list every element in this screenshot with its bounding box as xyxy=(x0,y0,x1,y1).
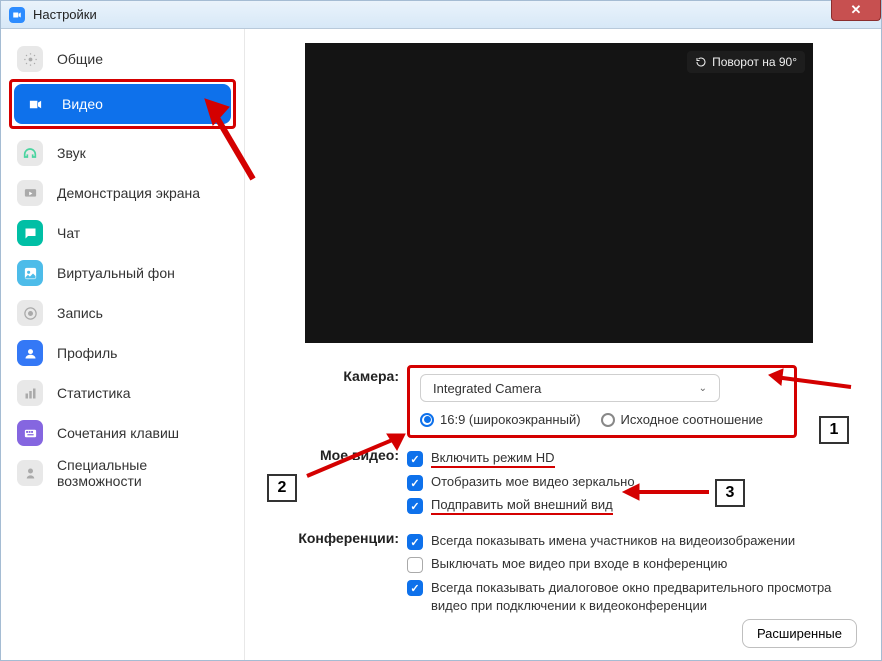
sidebar-icon xyxy=(17,220,43,246)
sidebar-item-label: Сочетания клавиш xyxy=(57,425,179,441)
mirror-label: Отобразить мое видео зеркально xyxy=(431,474,635,489)
camera-select[interactable]: Integrated Camera ⌄ xyxy=(420,374,720,402)
show-names-label: Всегда показывать имена участников на ви… xyxy=(431,533,795,548)
sidebar-item-label: Общие xyxy=(57,51,103,67)
show-names-checkbox[interactable]: Всегда показывать имена участников на ви… xyxy=(407,533,857,550)
camera-select-value: Integrated Camera xyxy=(433,381,541,396)
sidebar: Общие Видео Звук Демонстрация экрана Чат Вирт… xyxy=(1,29,245,660)
aspect-16-9-radio[interactable]: 16:9 (широкоэкранный) xyxy=(420,412,581,427)
sidebar-item-label: Демонстрация экрана xyxy=(57,185,200,201)
annotation-2: 2 xyxy=(267,474,297,502)
touchup-label: Подправить мой внешний вид xyxy=(431,497,613,515)
aspect-16-9-label: 16:9 (широкоэкранный) xyxy=(440,412,581,427)
checkbox-unchecked-icon xyxy=(407,557,423,573)
window-title: Настройки xyxy=(33,7,97,22)
annotation-box-camera: Integrated Camera ⌄ 16:9 (широкоэкранный… xyxy=(407,365,797,438)
my-video-label: Мое видео: xyxy=(269,444,407,466)
annotation-box-sidebar: Видео xyxy=(9,79,236,129)
content-pane: Поворот на 90° Камера: Integrated Camera… xyxy=(245,29,881,660)
hd-checkbox[interactable]: Включить режим HD xyxy=(407,450,857,468)
sidebar-item-label: Профиль xyxy=(57,345,117,361)
sidebar-icon xyxy=(22,91,48,117)
mirror-checkbox[interactable]: Отобразить мое видео зеркально xyxy=(407,474,857,491)
preview-dialog-label: Всегда показывать диалоговое окно предва… xyxy=(431,579,851,614)
sidebar-item-0[interactable]: Общие xyxy=(9,39,236,79)
sidebar-item-8[interactable]: Статистика xyxy=(9,373,236,413)
sidebar-item-2[interactable]: Звук xyxy=(9,133,236,173)
checkbox-checked-icon xyxy=(407,475,423,491)
sidebar-icon xyxy=(17,460,43,486)
off-on-join-checkbox[interactable]: Выключать мое видео при входе в конферен… xyxy=(407,556,857,573)
checkbox-checked-icon xyxy=(407,451,423,467)
sidebar-item-label: Чат xyxy=(57,225,80,241)
checkbox-checked-icon xyxy=(407,534,423,550)
sidebar-item-label: Статистика xyxy=(57,385,131,401)
sidebar-item-5[interactable]: Виртуальный фон xyxy=(9,253,236,293)
sidebar-icon xyxy=(17,340,43,366)
rotate-button[interactable]: Поворот на 90° xyxy=(687,51,805,73)
sidebar-item-label: Виртуальный фон xyxy=(57,265,175,281)
off-on-join-label: Выключать мое видео при входе в конферен… xyxy=(431,556,727,571)
rotate-icon xyxy=(695,56,707,68)
settings-window: Настройки ✕ Общие Видео Звук Демонстрация э… xyxy=(0,0,882,661)
sidebar-icon xyxy=(17,300,43,326)
sidebar-icon xyxy=(17,260,43,286)
aspect-original-label: Исходное соотношение xyxy=(621,412,764,427)
sidebar-item-3[interactable]: Демонстрация экрана xyxy=(9,173,236,213)
annotation-1: 1 xyxy=(819,416,849,444)
sidebar-icon xyxy=(17,180,43,206)
checkbox-checked-icon xyxy=(407,580,423,596)
app-icon xyxy=(9,7,25,23)
sidebar-icon xyxy=(17,46,43,72)
sidebar-icon xyxy=(17,140,43,166)
sidebar-item-4[interactable]: Чат xyxy=(9,213,236,253)
titlebar: Настройки ✕ xyxy=(1,1,881,29)
annotation-3: 3 xyxy=(715,479,745,507)
sidebar-icon xyxy=(17,420,43,446)
preview-dialog-checkbox[interactable]: Всегда показывать диалоговое окно предва… xyxy=(407,579,857,614)
touchup-checkbox[interactable]: Подправить мой внешний вид xyxy=(407,497,857,515)
camera-label: Камера: xyxy=(269,365,407,387)
sidebar-item-10[interactable]: Специальные возможности xyxy=(9,453,236,493)
meetings-label: Конференции: xyxy=(269,527,407,549)
video-preview: Поворот на 90° xyxy=(305,43,813,343)
sidebar-item-6[interactable]: Запись xyxy=(9,293,236,333)
advanced-button[interactable]: Расширенные xyxy=(742,619,857,648)
chevron-down-icon: ⌄ xyxy=(699,383,707,394)
close-button[interactable]: ✕ xyxy=(831,0,881,21)
hd-label: Включить режим HD xyxy=(431,450,555,468)
sidebar-icon xyxy=(17,380,43,406)
checkbox-checked-icon xyxy=(407,498,423,514)
sidebar-item-1[interactable]: Видео xyxy=(14,84,231,124)
sidebar-item-9[interactable]: Сочетания клавиш xyxy=(9,413,236,453)
sidebar-item-label: Звук xyxy=(57,145,86,161)
sidebar-item-label: Запись xyxy=(57,305,103,321)
close-icon: ✕ xyxy=(851,2,862,18)
sidebar-item-label: Видео xyxy=(62,96,103,112)
aspect-original-radio[interactable]: Исходное соотношение xyxy=(601,412,764,427)
sidebar-item-7[interactable]: Профиль xyxy=(9,333,236,373)
sidebar-item-label: Специальные возможности xyxy=(57,457,228,489)
rotate-label: Поворот на 90° xyxy=(712,55,797,69)
